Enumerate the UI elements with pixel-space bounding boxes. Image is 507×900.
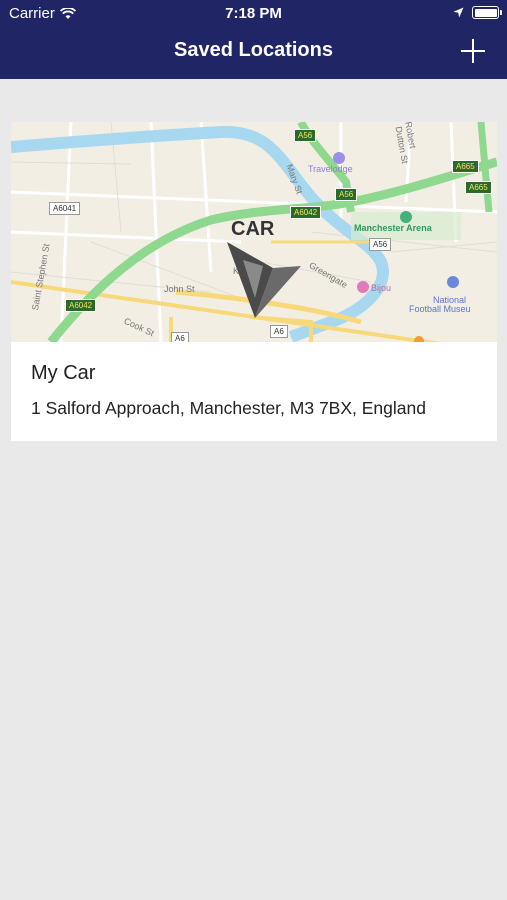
road-badge-a665: A665 xyxy=(465,181,492,194)
road-badge-a6: A6 xyxy=(270,325,288,338)
saved-location-card[interactable]: Travelodge Manchester Arena Bijou Nation… xyxy=(11,122,497,441)
map-label-manchester-arena: Manchester Arena xyxy=(354,223,432,233)
road-badge-a6: A6 xyxy=(171,332,189,342)
road-badge-a56: A56 xyxy=(369,238,392,251)
map-label-travelodge: Travelodge xyxy=(308,164,353,174)
road-badge-a56: A56 xyxy=(294,129,317,142)
navigation-header: Carrier 7:18 PM Saved Locations xyxy=(0,0,507,79)
status-time: 7:18 PM xyxy=(225,5,282,22)
location-arrow-icon xyxy=(453,7,464,18)
road-badge-a665: A665 xyxy=(452,160,479,173)
page-title: Saved Locations xyxy=(174,39,333,61)
battery-icon xyxy=(472,6,502,19)
add-location-button[interactable] xyxy=(461,39,485,63)
car-marker-icon xyxy=(227,242,301,318)
location-name: My Car xyxy=(31,362,96,384)
map-label-john-st: John St xyxy=(164,284,195,294)
status-bar: Carrier 7:18 PM xyxy=(0,0,507,28)
road-badge-a6041: A6041 xyxy=(49,202,81,215)
road-badge-a6042: A6042 xyxy=(65,299,97,312)
road-badge-a6042: A6042 xyxy=(290,206,322,219)
road-badge-a56: A56 xyxy=(335,188,358,201)
map-thumbnail[interactable]: Travelodge Manchester Arena Bijou Nation… xyxy=(11,122,497,342)
map-label-bijou: Bijou xyxy=(371,283,392,293)
location-address: 1 Salford Approach, Manchester, M3 7BX, … xyxy=(31,398,426,418)
map-label-museum-2: Football Museu xyxy=(409,304,471,314)
